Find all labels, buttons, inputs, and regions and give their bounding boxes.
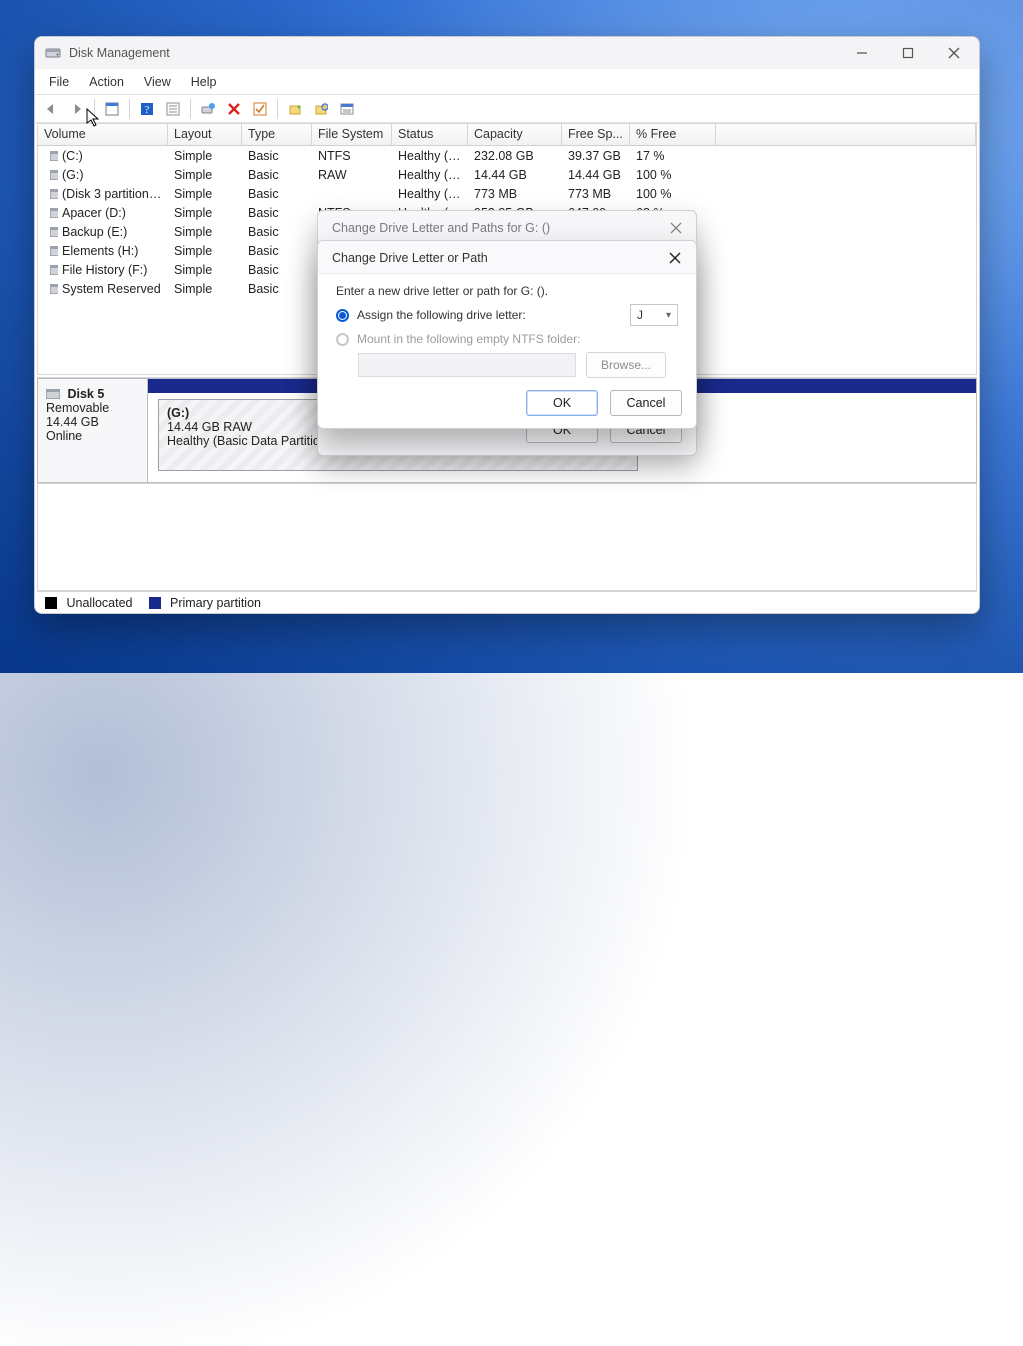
volume-icon <box>44 265 58 275</box>
maximize-button[interactable] <box>885 37 931 69</box>
back-icon[interactable] <box>39 98 63 120</box>
new-icon[interactable] <box>283 98 307 120</box>
list-view-icon[interactable] <box>161 98 185 120</box>
menu-view[interactable]: View <box>136 72 179 92</box>
forward-icon[interactable] <box>65 98 89 120</box>
close-button[interactable] <box>931 37 977 69</box>
volume-icon <box>44 151 58 161</box>
radio-assign-letter[interactable] <box>336 309 349 322</box>
titlebar: Disk Management <box>35 37 979 69</box>
col-pctfree[interactable]: % Free <box>630 124 716 145</box>
table-row[interactable]: (C:)SimpleBasicNTFSHealthy (B...232.08 G… <box>38 146 976 165</box>
table-row[interactable]: (G:)SimpleBasicRAWHealthy (B...14.44 GB1… <box>38 165 976 184</box>
volume-icon <box>44 246 58 256</box>
settings-icon[interactable] <box>196 98 220 120</box>
legend-bar: Unallocated Primary partition <box>37 591 977 613</box>
volume-icon <box>44 227 58 237</box>
dialog-change-letter: Change Drive Letter or Path Enter a new … <box>317 240 697 429</box>
drive-letter-value: J <box>637 308 643 322</box>
browse-button: Browse... <box>586 352 666 378</box>
menu-help[interactable]: Help <box>183 72 225 92</box>
col-type[interactable]: Type <box>242 124 312 145</box>
legend-unallocated: Unallocated <box>45 596 133 610</box>
dialog-prompt: Enter a new drive letter or path for G: … <box>336 284 678 298</box>
drive-letter-select[interactable]: J ▾ <box>630 304 678 326</box>
volume-icon <box>44 284 58 294</box>
volume-icon <box>44 208 58 218</box>
delete-icon[interactable] <box>222 98 246 120</box>
disk-info: Disk 5 Removable 14.44 GB Online <box>37 378 147 483</box>
details-icon[interactable] <box>335 98 359 120</box>
dialog-change-letter-ok-button[interactable]: OK <box>526 390 598 416</box>
svg-text:?: ? <box>145 105 150 116</box>
window-title: Disk Management <box>69 46 839 60</box>
col-filesystem[interactable]: File System <box>312 124 392 145</box>
col-status[interactable]: Status <box>392 124 468 145</box>
toolbar: ? <box>35 95 979 123</box>
disk-size: 14.44 GB <box>46 415 99 429</box>
table-header: Volume Layout Type File System Status Ca… <box>38 124 976 146</box>
explore-icon[interactable] <box>309 98 333 120</box>
minimize-button[interactable] <box>839 37 885 69</box>
dialog-change-paths-close-icon[interactable] <box>670 222 682 234</box>
radio-assign-letter-label[interactable]: Assign the following drive letter: <box>357 308 526 322</box>
disk-kind: Removable <box>46 401 109 415</box>
radio-mount-folder[interactable] <box>336 333 349 346</box>
chevron-down-icon: ▾ <box>666 310 671 321</box>
help-icon[interactable]: ? <box>135 98 159 120</box>
col-capacity[interactable]: Capacity <box>468 124 562 145</box>
dialog-change-letter-close-icon[interactable] <box>668 251 682 265</box>
table-row[interactable]: (Disk 3 partition 3)SimpleBasicHealthy (… <box>38 184 976 203</box>
menubar: File Action View Help <box>35 69 979 95</box>
menu-file[interactable]: File <box>41 72 77 92</box>
dialog-change-letter-title: Change Drive Letter or Path <box>332 251 488 265</box>
app-icon <box>45 45 61 61</box>
properties-icon[interactable] <box>100 98 124 120</box>
mount-path-input <box>358 353 576 377</box>
col-spacer <box>716 124 976 145</box>
dialog-change-letter-cancel-button[interactable]: Cancel <box>610 390 682 416</box>
col-volume[interactable]: Volume <box>38 124 168 145</box>
disk-icon <box>46 389 60 399</box>
disk-name: Disk 5 <box>67 387 104 401</box>
col-free[interactable]: Free Sp... <box>562 124 630 145</box>
radio-mount-folder-label: Mount in the following empty NTFS folder… <box>357 332 580 346</box>
dialog-change-paths-title: Change Drive Letter and Paths for G: () <box>332 221 550 235</box>
check-icon[interactable] <box>248 98 272 120</box>
empty-area <box>37 483 977 591</box>
disk-state: Online <box>46 429 82 443</box>
volume-icon <box>44 170 58 180</box>
col-layout[interactable]: Layout <box>168 124 242 145</box>
volume-icon <box>44 189 58 199</box>
menu-action[interactable]: Action <box>81 72 132 92</box>
legend-primary: Primary partition <box>149 596 261 610</box>
